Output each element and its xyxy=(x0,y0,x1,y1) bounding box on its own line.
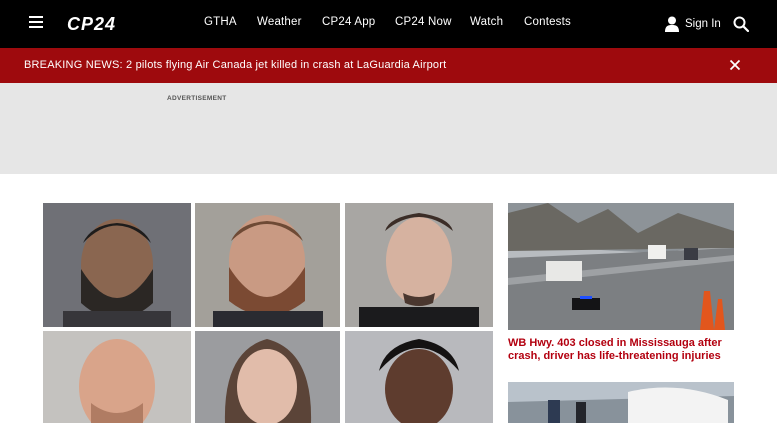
mugshot-photo[interactable] xyxy=(345,331,493,423)
advertisement-label: ADVERTISEMENT xyxy=(167,95,227,102)
search-icon[interactable] xyxy=(733,16,749,32)
story-headline[interactable]: WB Hwy. 403 closed in Mississauga after … xyxy=(508,337,728,362)
mugshot-photo[interactable] xyxy=(345,203,493,327)
nav-cp24-now[interactable]: CP24 Now xyxy=(395,16,452,28)
story-photo[interactable] xyxy=(508,382,734,423)
mugshot-photo[interactable] xyxy=(43,203,191,327)
sign-in-button[interactable]: Sign In xyxy=(665,15,721,33)
mugshot-image xyxy=(195,203,340,327)
nav-watch[interactable]: Watch xyxy=(470,16,503,28)
mugshot-image xyxy=(43,331,191,423)
nav-contests[interactable]: Contests xyxy=(524,16,571,28)
mugshot-image xyxy=(43,203,191,327)
mugshot-photo[interactable] xyxy=(195,331,340,423)
breaking-news-text[interactable]: BREAKING NEWS: 2 pilots flying Air Canad… xyxy=(24,59,446,71)
advertisement-slot: ADVERTISEMENT xyxy=(0,83,777,174)
mugshot-image xyxy=(345,331,493,423)
sign-in-label: Sign In xyxy=(685,18,721,30)
nav-weather[interactable]: Weather xyxy=(257,16,302,28)
nav-cp24-app[interactable]: CP24 App xyxy=(322,16,375,28)
story-image xyxy=(508,382,734,423)
mugshot-photo[interactable] xyxy=(195,203,340,327)
mugshot-image xyxy=(195,331,340,423)
breaking-news-banner[interactable]: BREAKING NEWS: 2 pilots flying Air Canad… xyxy=(0,48,777,83)
logo-text: CP24 xyxy=(67,14,116,34)
highway-crash-photo[interactable] xyxy=(508,203,734,330)
nav-gtha[interactable]: GTHA xyxy=(204,16,237,28)
mugshot-image xyxy=(345,203,493,327)
close-icon[interactable] xyxy=(729,59,741,71)
top-navigation-bar: CP24 GTHA Weather CP24 App CP24 Now Watc… xyxy=(0,0,777,48)
highway-image xyxy=(508,203,734,330)
user-icon xyxy=(665,16,679,32)
cp24-logo[interactable]: CP24 xyxy=(67,12,153,36)
mugshot-photo[interactable] xyxy=(43,331,191,423)
hamburger-menu-icon[interactable] xyxy=(29,16,43,30)
